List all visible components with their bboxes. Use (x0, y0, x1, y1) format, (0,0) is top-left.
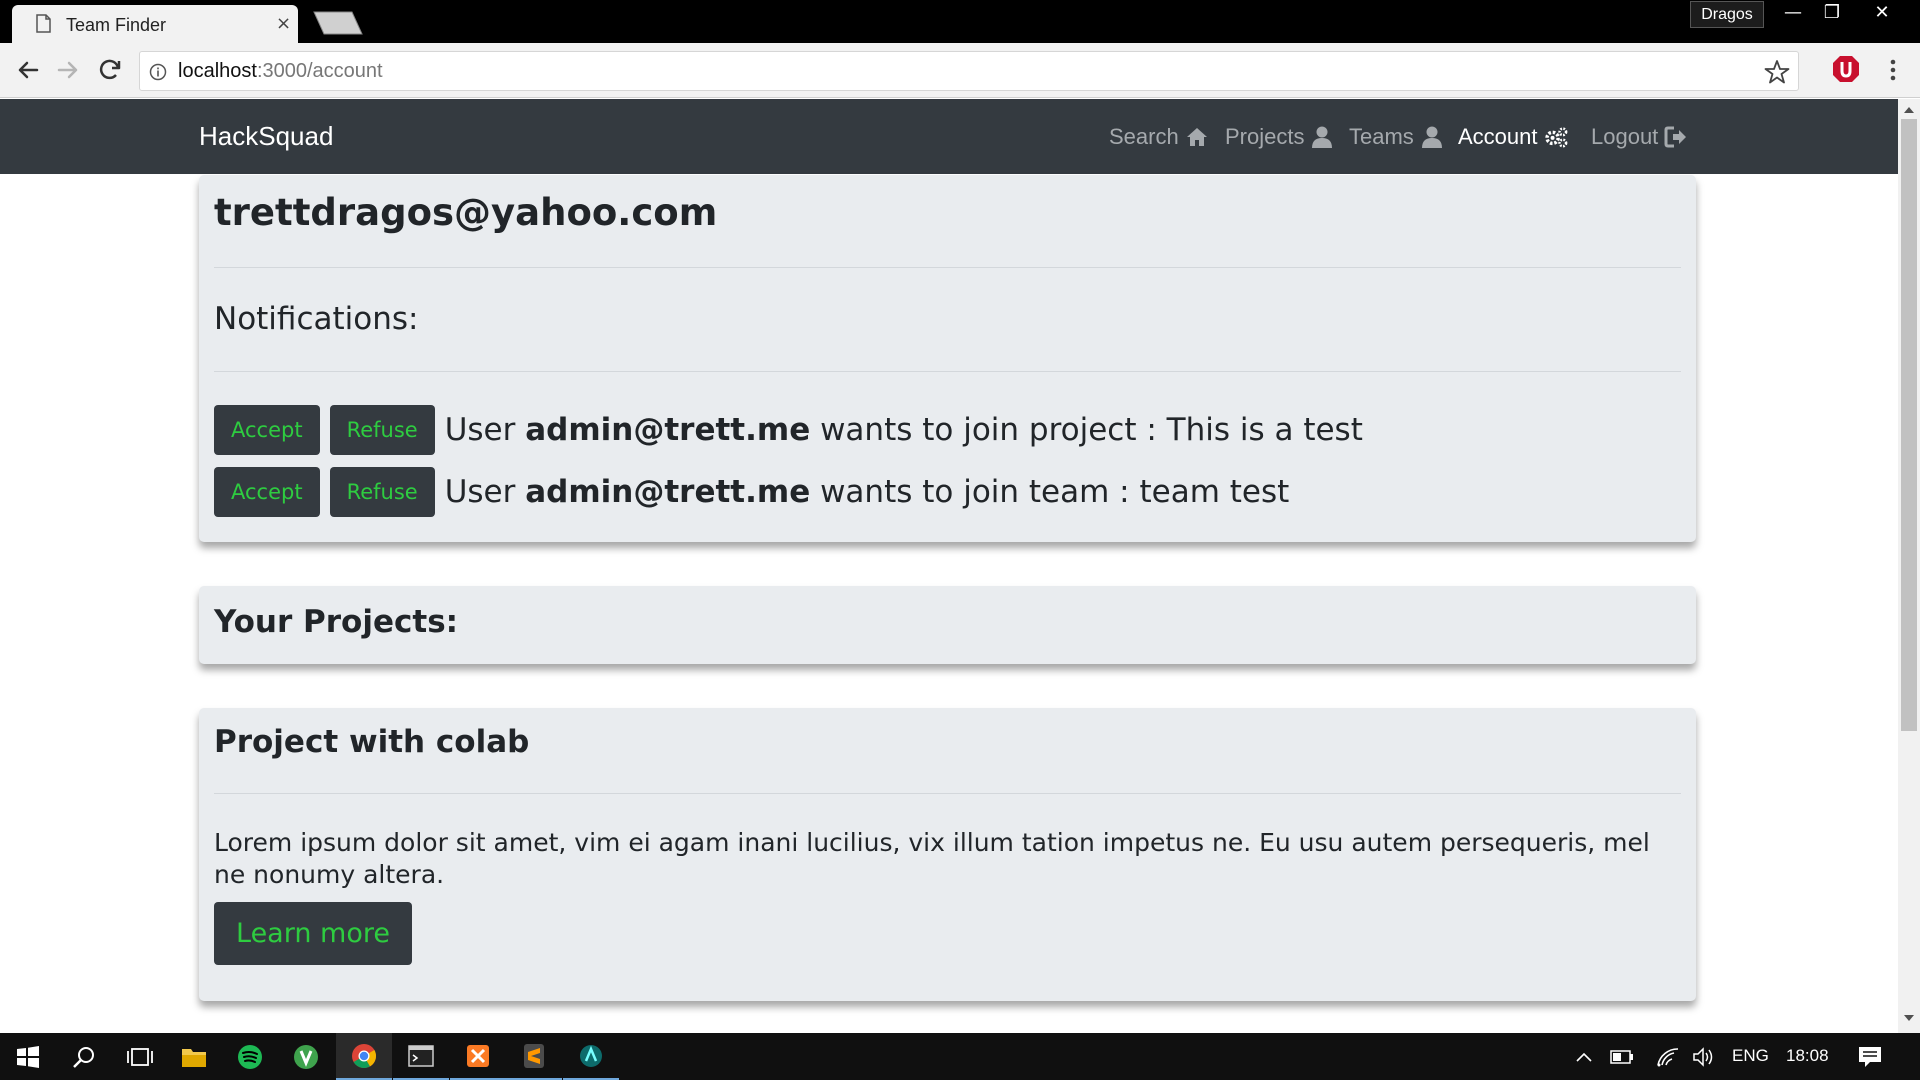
battery-icon[interactable] (1604, 1033, 1640, 1080)
notification-row: Accept Refuse User admin@trett.me wants … (214, 467, 1289, 517)
close-window-icon[interactable]: ✕ (1860, 0, 1904, 28)
account-card: trettdragos@yahoo.com Notifications: Acc… (199, 175, 1696, 542)
your-projects-heading: Your Projects: (214, 604, 459, 640)
tab-close-icon[interactable]: × (276, 13, 291, 34)
divider (214, 371, 1681, 372)
spotify-icon[interactable] (222, 1033, 278, 1080)
divider (214, 793, 1681, 794)
chrome-icon[interactable] (336, 1033, 392, 1080)
extension-icon[interactable] (1831, 54, 1861, 84)
chevron-up-icon[interactable] (1568, 1033, 1600, 1080)
notification-row: Accept Refuse User admin@trett.me wants … (214, 405, 1363, 455)
nav-account[interactable]: Account (1458, 124, 1568, 150)
language-indicator[interactable]: ENG (1732, 1046, 1769, 1066)
brand-logo[interactable]: HackSquad (199, 121, 333, 152)
browser-toolbar: localhost:3000/account (0, 43, 1920, 98)
notification-suffix: wants to join project : This is a test (810, 412, 1363, 448)
xampp-icon[interactable] (450, 1033, 506, 1080)
notification-text: User admin@trett.me wants to join projec… (445, 412, 1363, 448)
url-host: localhost (178, 60, 257, 82)
nav-logout-label: Logout (1591, 124, 1659, 149)
task-view-icon[interactable] (112, 1033, 168, 1080)
nav-teams-label: Teams (1349, 124, 1414, 149)
scroll-down-icon[interactable] (1898, 1011, 1920, 1025)
account-email: trettdragos@yahoo.com (214, 191, 718, 234)
site-navbar: HackSquad Search Projects Teams Account … (0, 99, 1898, 174)
notification-user: admin@trett.me (525, 412, 811, 448)
notification-suffix: wants to join team : team test (810, 474, 1290, 510)
notification-prefix: User (444, 412, 526, 448)
windows-start-icon[interactable] (0, 1033, 56, 1080)
nav-logout[interactable]: Logout (1591, 124, 1688, 150)
sign-out-icon (1664, 126, 1687, 148)
minimize-icon[interactable]: — (1771, 0, 1815, 28)
profile-button[interactable]: Dragos (1690, 1, 1764, 28)
address-bar[interactable]: localhost:3000/account (139, 51, 1799, 91)
notification-user: admin@trett.me (525, 474, 811, 510)
wifi-icon[interactable] (1650, 1033, 1686, 1080)
app-icon[interactable] (278, 1033, 334, 1080)
scroll-thumb[interactable] (1901, 119, 1917, 731)
search-icon[interactable] (56, 1033, 112, 1080)
notifications-heading: Notifications: (214, 301, 419, 337)
accept-button[interactable]: Accept (214, 467, 320, 517)
refuse-button[interactable]: Refuse (329, 405, 435, 455)
info-icon[interactable] (149, 63, 167, 81)
volume-icon[interactable] (1686, 1033, 1722, 1080)
tab-title: Team Finder (66, 15, 167, 35)
nav-projects[interactable]: Projects (1225, 124, 1334, 150)
nav-account-label: Account (1458, 124, 1538, 149)
file-explorer-icon[interactable] (166, 1033, 222, 1080)
project-description: Lorem ipsum dolor sit amet, vim ei agam … (214, 828, 1650, 889)
nav-projects-label: Projects (1225, 124, 1305, 149)
divider (214, 267, 1681, 268)
projects-heading-card: Your Projects: (199, 586, 1696, 664)
back-icon[interactable] (12, 54, 44, 86)
notification-text: User admin@trett.me wants to join team :… (445, 474, 1290, 510)
browser-tab[interactable]: Team Finder × (12, 5, 298, 43)
nav-search[interactable]: Search (1109, 124, 1209, 150)
home-icon (1186, 128, 1207, 146)
app-icon[interactable] (563, 1033, 619, 1080)
refuse-button[interactable]: Refuse (329, 467, 435, 517)
user-icon (1312, 126, 1333, 148)
project-title: Project with colab (214, 724, 530, 760)
forward-icon[interactable] (52, 54, 84, 86)
gears-icon (1544, 127, 1567, 148)
nav-teams[interactable]: Teams (1349, 124, 1444, 150)
page-icon (36, 14, 51, 33)
url-path: :3000/account (256, 60, 383, 82)
page-scrollbar[interactable] (1898, 99, 1920, 1033)
notification-prefix: User (444, 474, 526, 510)
restore-icon[interactable]: ❐ (1810, 0, 1854, 28)
scroll-up-icon[interactable] (1898, 103, 1920, 117)
accept-button[interactable]: Accept (214, 405, 320, 455)
nav-search-label: Search (1109, 124, 1179, 149)
sublime-icon[interactable] (506, 1033, 562, 1080)
url-text[interactable]: localhost:3000/account (178, 60, 383, 83)
user-icon (1421, 126, 1442, 148)
notification-center-icon[interactable] (1846, 1033, 1894, 1080)
browser-tabstrip: Team Finder × Dragos — ❐ ✕ (0, 0, 1920, 43)
clock[interactable]: 18:08 (1786, 1046, 1829, 1066)
project-card: Project with colab Lorem ipsum dolor sit… (199, 708, 1696, 1001)
terminal-icon[interactable] (393, 1033, 449, 1080)
new-tab-button[interactable] (312, 11, 364, 35)
bookmark-star-icon[interactable] (1764, 59, 1790, 85)
learn-more-button[interactable]: Learn more (214, 902, 412, 965)
reload-icon[interactable] (94, 54, 126, 86)
menu-icon[interactable] (1883, 55, 1903, 85)
os-taskbar: ENG 18:08 (0, 1033, 1920, 1080)
